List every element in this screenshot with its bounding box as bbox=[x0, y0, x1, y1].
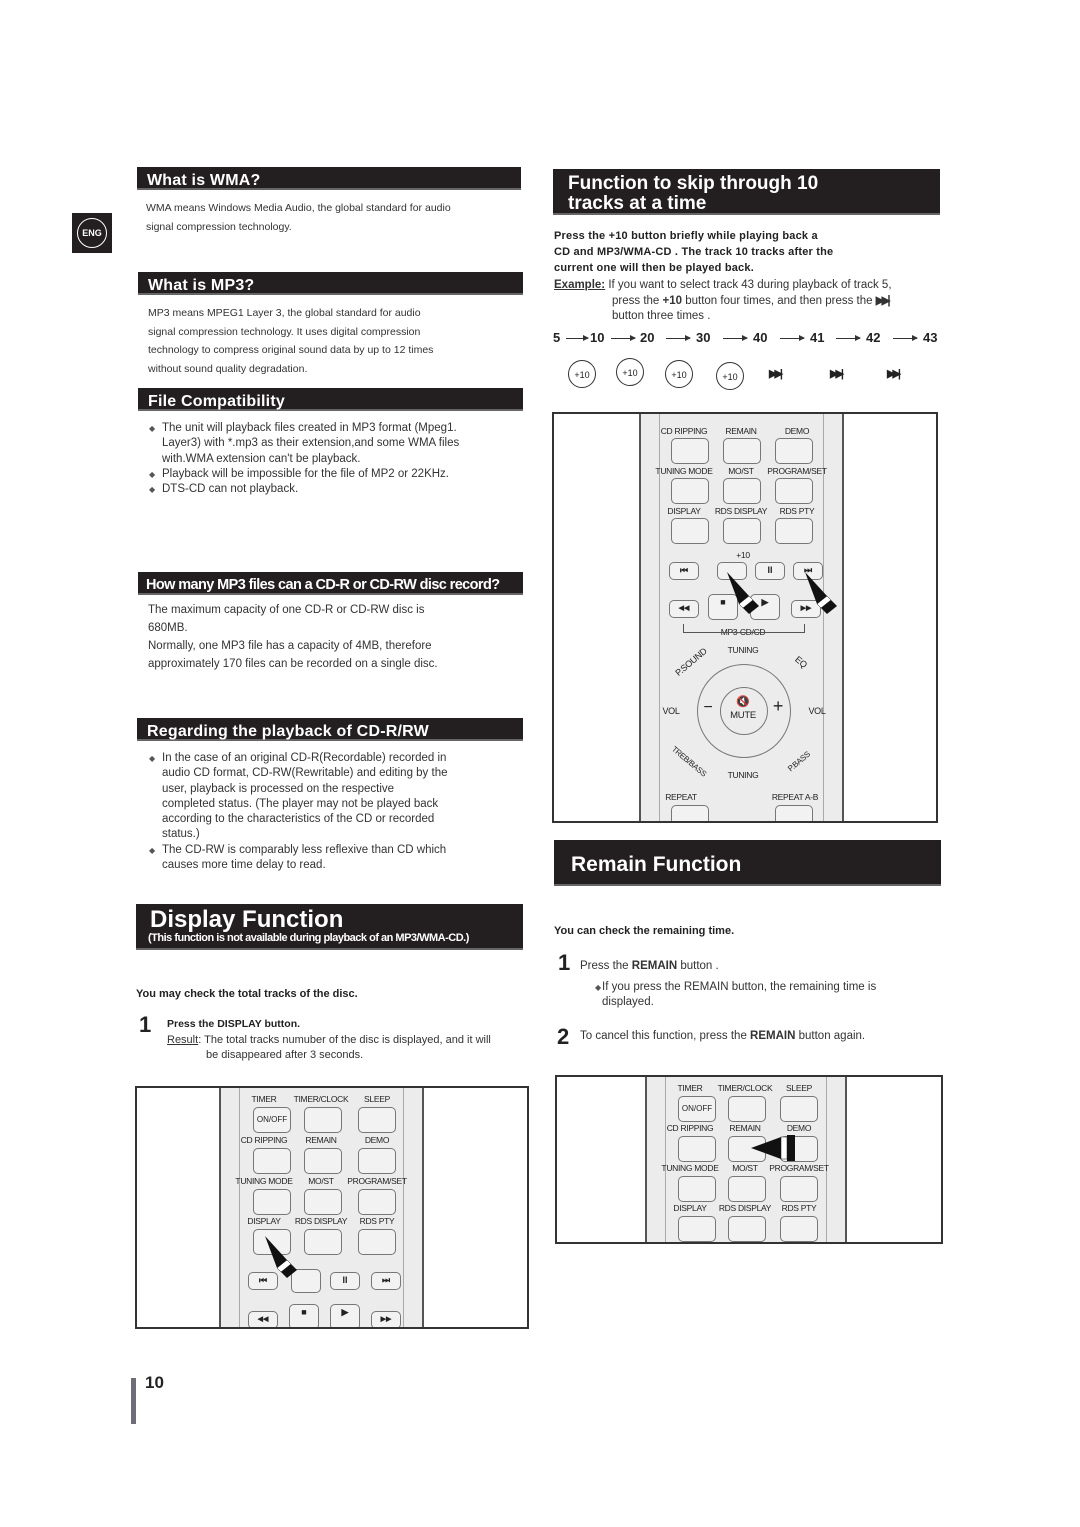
page-margin-bar bbox=[131, 1378, 136, 1424]
remain-step2: To cancel this function, press the REMAI… bbox=[580, 1030, 866, 1042]
remote-illustration-display: TIMER TIMER/CLOCK SLEEP ON/OFF CD RIPPIN… bbox=[135, 1086, 529, 1329]
list-item: The unit will playback files created in … bbox=[146, 421, 526, 467]
timer-clock-button bbox=[304, 1107, 342, 1133]
section-title-mp3: What is MP3? bbox=[138, 272, 523, 295]
sequence-track: 30 bbox=[696, 330, 711, 345]
sequence-track: 5 bbox=[553, 330, 561, 345]
mp3-text: MP3 means MPEG1 Layer 3, the global stan… bbox=[148, 307, 434, 375]
arrow-icon bbox=[566, 335, 589, 341]
pointer-arrow-icon bbox=[727, 572, 759, 614]
sleep-button bbox=[358, 1107, 396, 1133]
sequence-track: 41 bbox=[810, 330, 825, 345]
arrow-icon bbox=[780, 335, 805, 341]
display-subtitle: (This function is not available during p… bbox=[148, 932, 469, 944]
skip-sequence: 5 10 20 30 40 41 42 43 bbox=[553, 330, 948, 350]
list-item: Playback will be impossible for the file… bbox=[146, 467, 526, 483]
remain-step1-number: 1 bbox=[558, 950, 571, 975]
arrow-icon bbox=[666, 335, 691, 341]
plus10-icon: +10 bbox=[568, 360, 596, 388]
sequence-track: 43 bbox=[923, 330, 938, 345]
skip-intro: Press the +10 button briefly while playi… bbox=[554, 230, 834, 274]
section-title-display: Display Function (This function is not a… bbox=[136, 904, 523, 950]
display-step-title: Press the DISPLAY button. bbox=[167, 1018, 301, 1030]
arrow-icon bbox=[893, 335, 918, 341]
display-intro: You may check the total tracks of the di… bbox=[136, 988, 358, 1000]
section-title-how-many: How many MP3 files can a CD-R or CD-RW d… bbox=[138, 572, 523, 595]
onoff-button: ON/OFF bbox=[253, 1107, 291, 1133]
section-title-skip: Function to skip through 10 tracks at a … bbox=[553, 169, 940, 215]
remain-intro: You can check the remaining time. bbox=[554, 925, 735, 937]
arrow-icon bbox=[611, 335, 636, 341]
display-step-number: 1 bbox=[139, 1012, 152, 1037]
sequence-track: 10 bbox=[590, 330, 605, 345]
wma-text: WMA means Windows Media Audio, the globa… bbox=[146, 202, 451, 233]
remote-body: TIMER TIMER/CLOCK SLEEP ON/OFF CD RIPPIN… bbox=[219, 1088, 424, 1327]
arrow-icon bbox=[723, 335, 748, 341]
display-result: Result: The total tracks numuber of the … bbox=[167, 1034, 491, 1061]
list-item: DTS-CD can not playback. bbox=[146, 482, 526, 498]
section-title-file-compatibility: File Compatibility bbox=[138, 388, 523, 411]
sequence-track: 42 bbox=[866, 330, 881, 345]
arrow-icon bbox=[836, 335, 861, 341]
compat-list: The unit will playback files created in … bbox=[146, 421, 526, 498]
section-title-remain: Remain Function bbox=[554, 840, 941, 886]
language-badge-label: ENG bbox=[77, 218, 107, 248]
remain-note: If you press the REMAIN button, the rema… bbox=[592, 980, 922, 1011]
plus10-icon: +10 bbox=[616, 358, 644, 386]
page-number: 10 bbox=[145, 1373, 164, 1392]
section-title-cdrw: Regarding the playback of CD-R/RW bbox=[137, 718, 523, 741]
cdrw-list: In the case of an original CD-R(Recordab… bbox=[146, 751, 526, 873]
skip-next-icon: ▶▶| bbox=[887, 368, 901, 380]
plus10-icon: +10 bbox=[665, 360, 693, 388]
example-label: Example: bbox=[554, 279, 606, 291]
pointer-arrow-icon bbox=[265, 1236, 297, 1278]
result-label: Result bbox=[167, 1034, 199, 1046]
skip-next-icon: ▶▶| bbox=[769, 368, 783, 380]
sequence-track: 40 bbox=[753, 330, 768, 345]
remote-body: TIMER TIMER/CLOCK SLEEP ON/OFF CD RIPPIN… bbox=[645, 1077, 847, 1242]
section-title-wma: What is WMA? bbox=[137, 167, 521, 190]
language-badge: ENG bbox=[72, 213, 112, 253]
remote-illustration-remain: TIMER TIMER/CLOCK SLEEP ON/OFF CD RIPPIN… bbox=[555, 1075, 943, 1244]
remain-step2-number: 2 bbox=[557, 1024, 570, 1049]
list-item: The CD-RW is comparably less reflexive t… bbox=[146, 843, 526, 874]
pointer-arrow-icon bbox=[805, 572, 837, 614]
skip-example: Example: If you want to select track 43 … bbox=[554, 279, 892, 322]
pointer-arrow-icon bbox=[751, 1135, 795, 1161]
plus10-icon: +10 bbox=[716, 362, 744, 390]
display-title: Display Function bbox=[150, 906, 344, 933]
remote-body: CD RIPPING REMAIN DEMO TUNING MODE MO/ST… bbox=[639, 414, 844, 821]
remain-step1: Press the REMAIN button . bbox=[580, 960, 719, 972]
skip-next-icon: ▶▶| bbox=[875, 294, 891, 307]
skip-next-icon: ▶▶| bbox=[830, 368, 844, 380]
list-item: In the case of an original CD-R(Recordab… bbox=[146, 751, 526, 843]
skip-button-row: +10 +10 +10 +10 ▶▶| ▶▶| ▶▶| bbox=[553, 358, 948, 392]
sequence-track: 20 bbox=[640, 330, 655, 345]
how-many-text: The maximum capacity of one CD-R or CD-R… bbox=[148, 604, 438, 670]
remote-illustration-skip: CD RIPPING REMAIN DEMO TUNING MODE MO/ST… bbox=[552, 412, 938, 823]
